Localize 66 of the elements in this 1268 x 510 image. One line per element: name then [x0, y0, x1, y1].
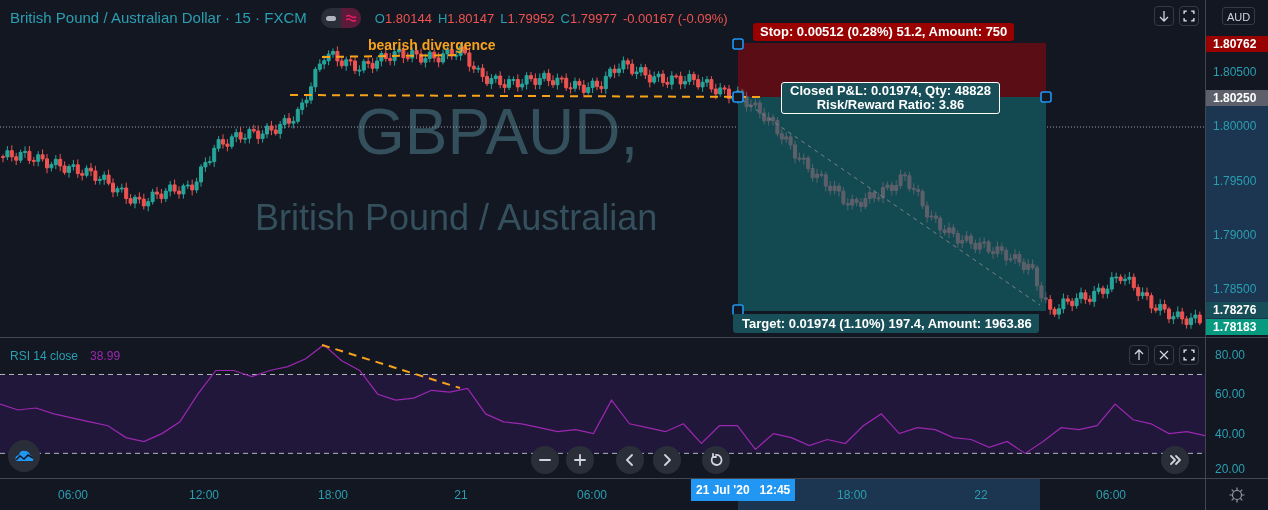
time-tick: 06:00 — [1096, 487, 1126, 504]
description-watermark: British Pound / Australian — [255, 200, 658, 236]
drag-handle[interactable] — [1040, 91, 1052, 103]
price-tick: 1.80000 — [1212, 118, 1257, 136]
plus-icon — [573, 453, 587, 467]
pnl-text: Risk/Reward Ratio: 3.86 — [815, 98, 966, 112]
price-tick: 1.80500 — [1212, 64, 1257, 81]
crosshair-date: 21 Jul '20 — [696, 482, 750, 499]
currency-badge[interactable]: AUD — [1222, 7, 1256, 25]
time-tick: 18:00 — [837, 487, 867, 504]
price-label: 1.78183 — [1206, 319, 1268, 335]
price-tick: 1.79000 — [1212, 226, 1257, 244]
rsi-tick: 20.00 — [1214, 462, 1246, 476]
time-tick: 12:00 — [189, 487, 219, 504]
maximize-button[interactable] — [1179, 6, 1199, 26]
target-label: Target: 0.01974 (1.10%) 197.4, Amount: 1963.86 — [733, 314, 1039, 333]
price-tick: 1.79500 — [1212, 172, 1257, 190]
move-up-button[interactable] — [1129, 345, 1149, 365]
indicator-title: RSI 14 close — [10, 348, 79, 365]
time-tick: 22 — [974, 487, 988, 504]
cloud-chart-icon — [14, 449, 34, 463]
market-closed-icon — [325, 15, 336, 21]
pnl-text: Closed P&L: 0.01974, Qty: 48828 — [790, 84, 991, 98]
close-button[interactable] — [1154, 345, 1174, 365]
price-label: 1.80762 — [1206, 36, 1268, 52]
price-label: 1.78276 — [1206, 302, 1268, 318]
annotation-label: bearish divergence — [368, 36, 496, 55]
double-chevron-icon — [1168, 453, 1182, 467]
ohlc-value: O1.80144 — [374, 9, 432, 28]
price-change: -0.00167 (-0.09%) — [622, 9, 728, 28]
time-tick: 21 — [454, 487, 468, 504]
time-tick: 06:00 — [58, 487, 88, 504]
indicator-value: 38.99 — [90, 348, 121, 365]
maximize-icon — [1183, 10, 1195, 22]
scroll-left-button[interactable] — [616, 446, 644, 474]
time-tick: 06:00 — [577, 487, 607, 504]
drag-handle[interactable] — [732, 38, 744, 50]
ohlc-value: H1.80147 — [437, 9, 495, 28]
stop-label: Stop: 0.00512 (0.28%) 51.2, Amount: 750 — [753, 23, 1015, 41]
ohlc-value: C1.79977 — [560, 9, 617, 28]
logo-button[interactable] — [8, 440, 40, 472]
symbol-title: British Pound / Australian Dollar · 15 · FXCM — [10, 8, 307, 28]
symbol-watermark: GBPAUD, — [355, 100, 639, 164]
wave-icon — [345, 14, 356, 23]
rsi-tick: 60.00 — [1214, 387, 1246, 402]
close-icon — [1159, 350, 1169, 360]
rsi-tick: 40.00 — [1214, 426, 1246, 441]
up-arrow-icon — [1134, 349, 1144, 361]
crosshair-time: 12:45 — [759, 482, 791, 499]
zoom-in-button[interactable] — [566, 446, 594, 474]
reset-button[interactable] — [702, 446, 730, 474]
collapse-button[interactable] — [1154, 6, 1174, 26]
time-tick: 18:00 — [318, 487, 348, 504]
maximize-icon — [1183, 349, 1195, 361]
zoom-out-button[interactable] — [531, 446, 559, 474]
maximize-button[interactable] — [1179, 345, 1199, 365]
ohlc-value: L1.79952 — [500, 9, 555, 28]
settings-icon — [1229, 486, 1245, 503]
reset-icon — [709, 453, 723, 467]
price-label: 1.80250 — [1206, 90, 1268, 106]
price-tick: 1.78500 — [1212, 281, 1257, 299]
down-arrow-icon — [1159, 10, 1169, 22]
scroll-right-button[interactable] — [653, 446, 681, 474]
scroll-to-end-button[interactable] — [1161, 446, 1189, 474]
drag-handle[interactable] — [732, 91, 744, 103]
rsi-tick: 80.00 — [1214, 347, 1246, 362]
